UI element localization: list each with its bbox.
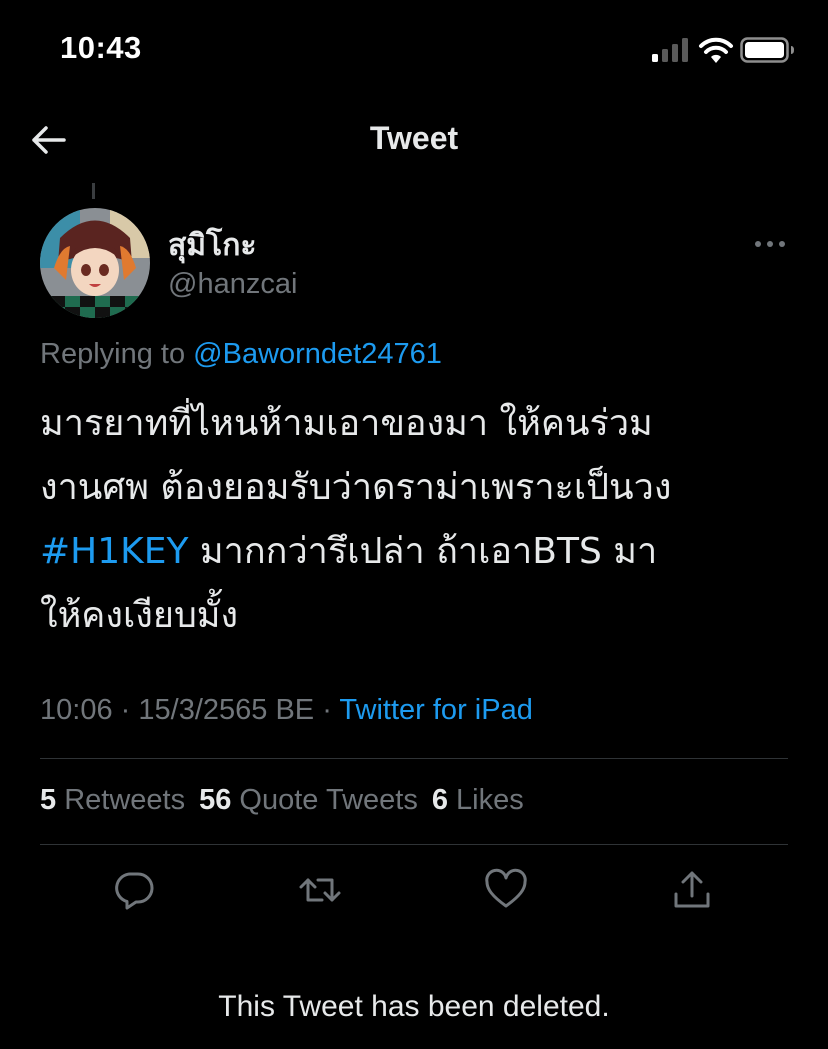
- tweet-text-segment: มากกว่ารึเปล่า ถ้าเอาBTS มา: [188, 531, 658, 572]
- more-options-button[interactable]: [748, 232, 792, 256]
- likes-count: 6: [431, 784, 448, 816]
- meta-separator: ·: [322, 694, 332, 726]
- tweet-source-link[interactable]: Twitter for iPad: [339, 694, 532, 726]
- arrow-left-icon: [32, 126, 66, 154]
- reply-button[interactable]: [110, 866, 158, 914]
- retweets-stat[interactable]: 5 Retweets: [40, 784, 185, 816]
- quote-tweets-stat[interactable]: 56 Quote Tweets: [199, 784, 418, 816]
- quote-tweets-label: Quote Tweets: [239, 784, 418, 816]
- page-title: Tweet: [369, 120, 459, 156]
- meta-separator: ·: [120, 694, 131, 726]
- author-display-name[interactable]: สุมิโกะ: [168, 222, 256, 269]
- cellular-signal-icon: [652, 38, 692, 62]
- avatar[interactable]: [40, 208, 150, 318]
- likes-label: Likes: [456, 784, 524, 816]
- retweets-count: 5: [40, 784, 57, 816]
- tweet-time: 10:06: [40, 694, 113, 726]
- hashtag-link[interactable]: #H1KEY: [40, 531, 188, 572]
- share-button[interactable]: [668, 866, 716, 914]
- tweet-text-line: ให้คงเงียบมั้ง: [40, 595, 239, 636]
- share-icon: [674, 871, 710, 908]
- retweet-button[interactable]: [296, 866, 344, 914]
- tweet-text-line: มารยาทที่ไหนห้ามเอาของมา ให้คนร่วม: [40, 403, 653, 444]
- status-time: 10:43: [60, 30, 142, 65]
- heart-icon: [485, 868, 527, 908]
- like-button[interactable]: [482, 866, 530, 914]
- battery-icon: [740, 36, 796, 64]
- tweet-text: มารยาทที่ไหนห้ามเอาของมา ให้คนร่วม งานศพ…: [40, 392, 800, 648]
- tweet-text-line: งานศพ ต้องยอมรับว่าดราม่าเพราะเป็นวง: [40, 467, 672, 508]
- divider: [40, 758, 788, 759]
- retweet-icon: [299, 878, 341, 902]
- retweets-label: Retweets: [64, 784, 186, 816]
- likes-stat[interactable]: 6 Likes: [432, 784, 524, 816]
- author-handle[interactable]: @hanzcai: [168, 268, 297, 301]
- more-dots-icon: [755, 241, 785, 247]
- reply-icon: [115, 872, 154, 910]
- quote-tweets-count: 56: [199, 784, 232, 816]
- replying-to: Replying to @Baworndet24761: [40, 338, 442, 371]
- wifi-icon: [698, 36, 734, 64]
- divider: [40, 844, 788, 845]
- thread-connector: [92, 183, 95, 199]
- tweet-date: 15/3/2565 BE: [138, 694, 315, 726]
- deleted-tweet-notice: This Tweet has been deleted.: [218, 990, 610, 1023]
- tweet-stats: 5 Retweets 56 Quote Tweets 6 Likes: [40, 784, 524, 817]
- tweet-meta: 10:06 · 15/3/2565 BE · Twitter for iPad: [40, 694, 533, 727]
- reply-mention-link[interactable]: @Baworndet24761: [193, 338, 442, 370]
- replying-to-label: Replying to: [40, 338, 186, 370]
- tweet-text-line: #H1KEY มากกว่ารึเปล่า ถ้าเอาBTS มา: [40, 520, 800, 584]
- back-button[interactable]: [28, 120, 72, 160]
